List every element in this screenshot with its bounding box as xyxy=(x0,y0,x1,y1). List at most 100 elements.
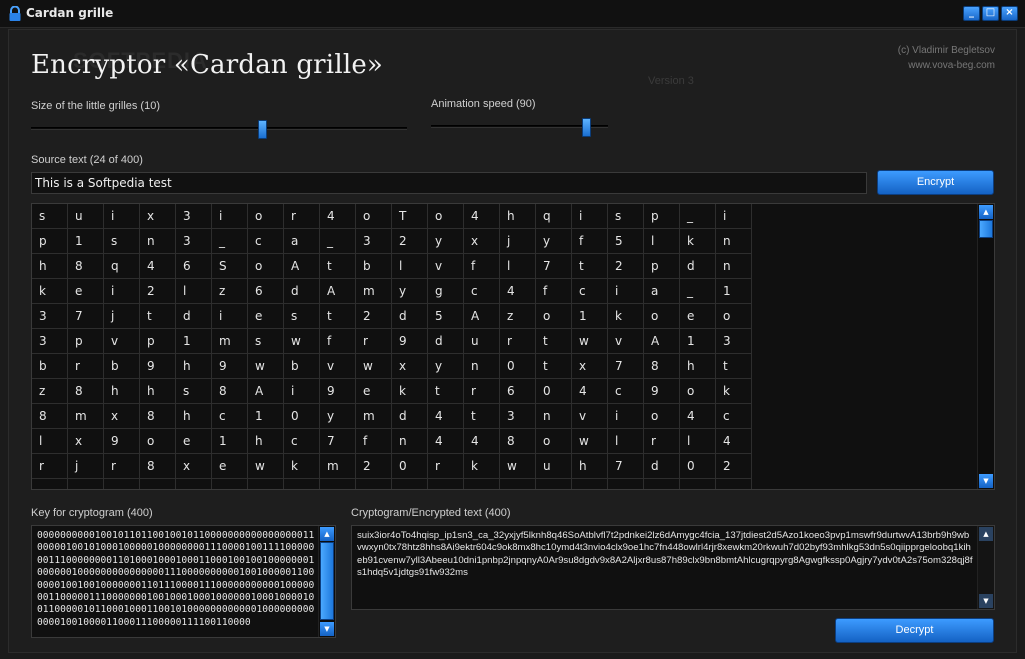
grid-cell: e xyxy=(176,429,212,454)
grille-size-slider-thumb[interactable] xyxy=(258,120,267,139)
grid-cell: c xyxy=(608,379,644,404)
grid-cell: c xyxy=(284,429,320,454)
scroll-thumb[interactable] xyxy=(320,542,334,620)
grid-cell: x xyxy=(68,429,104,454)
grid-cell: A xyxy=(248,379,284,404)
grid-cell: e xyxy=(68,279,104,304)
grid-cell: r xyxy=(428,454,464,479)
key-textarea[interactable]: 0000000000100101101100100101100000000000… xyxy=(31,525,336,638)
grid-cell xyxy=(716,479,752,489)
grid-cell: u xyxy=(68,204,104,229)
close-button[interactable]: × xyxy=(1001,6,1018,21)
grid-scrollbar[interactable]: ▲ ▼ xyxy=(977,204,994,489)
scroll-down-icon[interactable]: ▼ xyxy=(979,594,993,608)
grid-cell: i xyxy=(284,379,320,404)
grille-size-slider-track[interactable] xyxy=(31,127,407,130)
grid-cell xyxy=(644,479,680,489)
grid-cell: y xyxy=(320,404,356,429)
grid-cell: 8 xyxy=(68,379,104,404)
grid-cell: 8 xyxy=(140,454,176,479)
maximize-button[interactable]: □ xyxy=(982,6,999,21)
grid-cell: h xyxy=(32,254,68,279)
grid-cell: n xyxy=(140,229,176,254)
grid-cell: v xyxy=(572,404,608,429)
grid-cell xyxy=(428,479,464,489)
grid-cell xyxy=(140,479,176,489)
grid-cell: r xyxy=(104,454,140,479)
grid-cell: 2 xyxy=(716,454,752,479)
grid-cell: 2 xyxy=(608,254,644,279)
cryptogram-scrollbar[interactable]: ▲ ▼ xyxy=(977,526,994,609)
animation-speed-label: Animation speed (90) xyxy=(431,98,536,110)
grid-cell: f xyxy=(464,254,500,279)
grid-cell: b xyxy=(104,354,140,379)
grid-cell: A xyxy=(644,329,680,354)
grid-cell: o xyxy=(716,304,752,329)
scroll-down-icon[interactable]: ▼ xyxy=(979,474,993,488)
grid-cell: 0 xyxy=(284,404,320,429)
grid-cell: a xyxy=(644,279,680,304)
grid-cell: w xyxy=(248,454,284,479)
grid-cell: r xyxy=(644,429,680,454)
grid-cell: n xyxy=(392,429,428,454)
grid-cell: o xyxy=(356,204,392,229)
scroll-up-icon[interactable]: ▲ xyxy=(979,205,993,219)
app-title: Encryptor «Cardan grille» xyxy=(31,50,384,80)
source-text-input[interactable]: This is a Softpedia test xyxy=(31,172,867,194)
cryptogram-textarea[interactable]: suix3ior4oTo4hqisp_ip1sn3_ca_32yxjyf5lkn… xyxy=(351,525,995,610)
grid-cell: 3 xyxy=(176,229,212,254)
grid-cell: 8 xyxy=(32,404,68,429)
grid-cell xyxy=(248,479,284,489)
grid-cell: 3 xyxy=(356,229,392,254)
grid-cell: g xyxy=(428,279,464,304)
grid-cell: v xyxy=(104,329,140,354)
grid-cell: l xyxy=(500,254,536,279)
grid-cell: x xyxy=(572,354,608,379)
grid-cell: c xyxy=(248,229,284,254)
cryptogram-label: Cryptogram/Encrypted text (400) xyxy=(351,507,511,519)
scroll-up-icon[interactable]: ▲ xyxy=(320,527,334,541)
grid-cell: 4 xyxy=(320,204,356,229)
grid-cell: p xyxy=(68,329,104,354)
grid-cell: f xyxy=(536,279,572,304)
grid-cell: z xyxy=(500,304,536,329)
grid-cell: h xyxy=(500,204,536,229)
author-text: (c) Vladimir Begletsov xyxy=(897,45,995,56)
grid-cell: h xyxy=(176,404,212,429)
grid-cell: t xyxy=(428,379,464,404)
grid-cell: 3 xyxy=(32,304,68,329)
grid-cell: i xyxy=(212,304,248,329)
grid-cell: 1 xyxy=(212,429,248,454)
grid-cell: n xyxy=(716,254,752,279)
grid-cell: 9 xyxy=(644,379,680,404)
grid-cell: b xyxy=(356,254,392,279)
cryptogram-text: suix3ior4oTo4hqisp_ip1sn3_ca_32yxjyf5lkn… xyxy=(357,530,973,579)
scroll-down-icon[interactable]: ▼ xyxy=(320,622,334,636)
grid-cell: q xyxy=(536,204,572,229)
grid-cell: 3 xyxy=(176,204,212,229)
grid-cell: t xyxy=(140,304,176,329)
scroll-thumb[interactable] xyxy=(979,220,993,238)
grid-cell: t xyxy=(536,354,572,379)
grid-cell: c xyxy=(572,279,608,304)
key-scrollbar[interactable]: ▲ ▼ xyxy=(318,526,335,637)
decrypt-button[interactable]: Decrypt xyxy=(835,618,994,643)
grid-cell: k xyxy=(32,279,68,304)
grid-cell: m xyxy=(320,454,356,479)
grid-cell: k xyxy=(392,379,428,404)
grid-cell xyxy=(572,479,608,489)
grid-cell: 3 xyxy=(500,404,536,429)
grid-cell: x xyxy=(104,404,140,429)
animation-speed-slider-thumb[interactable] xyxy=(582,118,591,137)
grid-cell: A xyxy=(284,254,320,279)
grid-cell: 9 xyxy=(212,354,248,379)
grid-cell: i xyxy=(104,279,140,304)
grid-cell: 6 xyxy=(176,254,212,279)
grille-table: s u i x 3 i o r 4 o To 4 h q i s p _ i p 1 s n 3 _ c a _ 3 2 y x j y f 5 l k n… xyxy=(31,203,995,490)
grid-cell xyxy=(320,479,356,489)
minimize-button[interactable]: _ xyxy=(963,6,980,21)
scroll-up-icon[interactable]: ▲ xyxy=(979,527,993,541)
encrypt-button[interactable]: Encrypt xyxy=(877,170,994,195)
grid-cell: 0 xyxy=(500,354,536,379)
grid-cell: s xyxy=(104,229,140,254)
